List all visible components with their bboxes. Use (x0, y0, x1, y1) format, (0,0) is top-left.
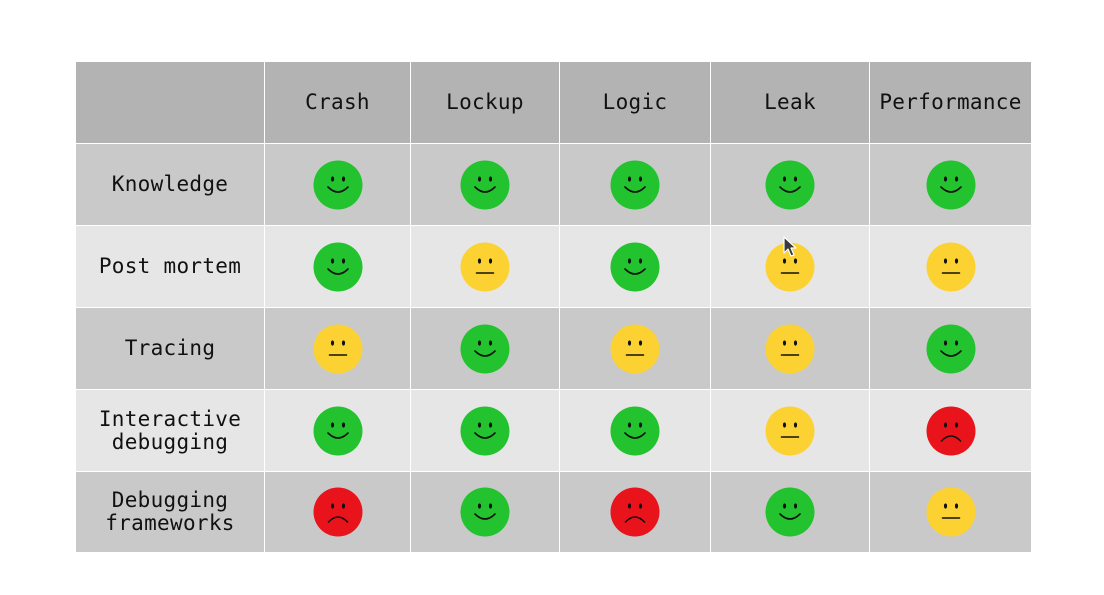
happy-face-icon (313, 242, 362, 291)
rating-cell (411, 390, 559, 471)
rating-cell (711, 144, 869, 225)
rating-cell (265, 308, 410, 389)
neutral-face-icon (313, 324, 362, 373)
rating-cell (560, 144, 710, 225)
happy-face-icon (610, 160, 660, 209)
rating-cell (411, 226, 559, 307)
neutral-face-icon (926, 242, 975, 291)
header-corner (76, 62, 264, 143)
happy-face-icon (610, 242, 660, 291)
rating-cell (265, 144, 410, 225)
happy-face-icon (313, 406, 362, 455)
rating-cell (711, 390, 869, 471)
comparison-table: Crash Lockup Logic Leak Performance Know… (76, 62, 1031, 552)
mouse-pointer-icon (783, 236, 797, 257)
rating-cell (711, 472, 869, 552)
rating-cell (870, 472, 1031, 552)
rating-cell (560, 472, 710, 552)
rating-cell (411, 472, 559, 552)
rating-cell (711, 308, 869, 389)
rating-cell (870, 390, 1031, 471)
happy-face-icon (926, 324, 975, 373)
rating-cell (265, 390, 410, 471)
neutral-face-icon (460, 242, 510, 291)
row-label-knowledge: Knowledge (76, 144, 264, 225)
rating-cell (870, 144, 1031, 225)
happy-face-icon (460, 324, 510, 373)
neutral-face-icon (926, 487, 975, 537)
rating-cell (265, 472, 410, 552)
happy-face-icon (460, 406, 510, 455)
rating-cell (560, 308, 710, 389)
happy-face-icon (926, 160, 975, 209)
rating-cell (560, 226, 710, 307)
column-header-lockup: Lockup (411, 62, 559, 143)
rating-cell (411, 308, 559, 389)
neutral-face-icon (765, 406, 815, 455)
happy-face-icon (313, 160, 362, 209)
happy-face-icon (460, 487, 510, 537)
column-header-crash: Crash (265, 62, 410, 143)
rating-cell (870, 308, 1031, 389)
rating-cell (265, 226, 410, 307)
rating-cell (560, 390, 710, 471)
sad-face-icon (313, 487, 362, 537)
happy-face-icon (610, 406, 660, 455)
neutral-face-icon (765, 324, 815, 373)
row-label-tracing: Tracing (76, 308, 264, 389)
column-header-performance: Performance (870, 62, 1031, 143)
happy-face-icon (765, 487, 815, 537)
row-label-interactive-debugging: Interactive debugging (76, 390, 264, 471)
neutral-face-icon (610, 324, 660, 373)
sad-face-icon (926, 406, 975, 455)
rating-cell (411, 144, 559, 225)
happy-face-icon (460, 160, 510, 209)
happy-face-icon (765, 160, 815, 209)
row-label-post-mortem: Post mortem (76, 226, 264, 307)
row-label-debugging-frameworks: Debugging frameworks (76, 472, 264, 552)
column-header-logic: Logic (560, 62, 710, 143)
column-header-leak: Leak (711, 62, 869, 143)
sad-face-icon (610, 487, 660, 537)
rating-cell (870, 226, 1031, 307)
